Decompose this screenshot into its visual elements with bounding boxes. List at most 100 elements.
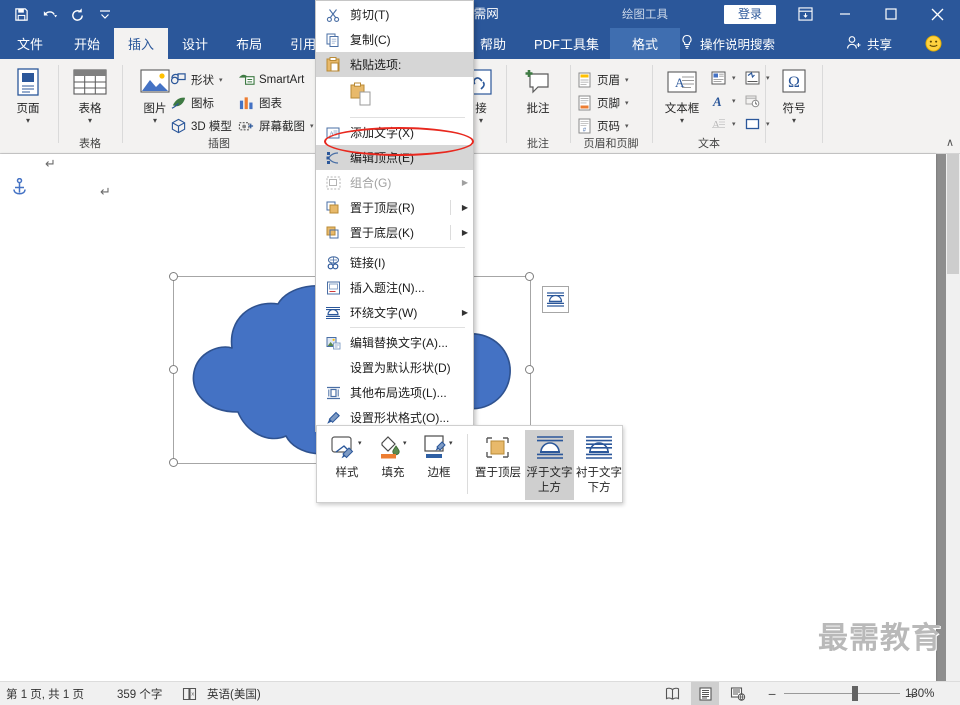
footer-button[interactable]: 页脚 ▾ xyxy=(576,92,629,113)
3d-model-button[interactable]: 3D 模型 xyxy=(170,115,232,136)
shapes-button[interactable]: 形状 ▾ xyxy=(170,69,223,90)
object-anchor-icon xyxy=(12,177,27,198)
language-indicator[interactable]: 英语(美国) xyxy=(207,682,261,705)
zoom-out-button[interactable]: − xyxy=(768,686,776,702)
mini-in-front-of-text-button[interactable]: 浮于文字上方 xyxy=(525,430,574,500)
chevron-down-icon[interactable]: ▾ xyxy=(625,99,629,107)
hyperlink-icon xyxy=(316,255,350,270)
tab-pdf-tools[interactable]: PDF工具集 xyxy=(522,28,611,59)
resize-handle-e[interactable] xyxy=(525,365,534,374)
scrollbar-thumb[interactable] xyxy=(947,154,959,274)
menu-item-set-default-shape[interactable]: 设置为默认形状(D) xyxy=(316,355,473,380)
menu-item-hyperlink[interactable]: 链接(I) xyxy=(316,250,473,275)
drop-cap-button[interactable]: A ▾ xyxy=(710,113,736,134)
zoom-level[interactable]: 130% xyxy=(905,682,934,705)
paragraph-mark: ↵ xyxy=(100,185,111,200)
vertical-scrollbar[interactable] xyxy=(946,154,960,681)
chevron-right-icon[interactable]: ▶ xyxy=(457,203,473,212)
chevron-right-icon[interactable]: ▶ xyxy=(457,308,473,317)
menu-item-label: 链接(I) xyxy=(350,256,386,270)
tell-me-search[interactable]: 操作说明搜索 xyxy=(680,28,775,59)
chevron-down-icon[interactable]: ▾ xyxy=(655,117,709,125)
menu-item-send-to-back[interactable]: 置于底层(K) ▶ xyxy=(316,220,473,245)
sign-in-button[interactable]: 登录 xyxy=(723,4,776,24)
zoom-slider[interactable]: − + xyxy=(768,682,916,705)
layout-options-button[interactable] xyxy=(542,286,569,313)
chevron-down-icon[interactable]: ▾ xyxy=(732,74,736,82)
tab-help[interactable]: 帮助 xyxy=(468,28,518,59)
menu-item-insert-caption[interactable]: 插入题注(N)... xyxy=(316,275,473,300)
minimize-icon[interactable] xyxy=(822,0,868,28)
close-icon[interactable] xyxy=(914,0,960,28)
menu-item-edit-points[interactable]: 编辑顶点(E) xyxy=(316,145,473,170)
menu-item-cut[interactable]: 剪切(T) xyxy=(316,2,473,27)
wordart-button[interactable]: A ▾ xyxy=(710,90,736,111)
chevron-down-icon[interactable]: ▾ xyxy=(771,117,817,125)
mini-outline-button[interactable]: ▾ 边框 xyxy=(417,430,461,480)
chevron-down-icon[interactable]: ▾ xyxy=(625,122,629,130)
menu-item-more-layout-options[interactable]: 其他布局选项(L)... xyxy=(316,380,473,405)
zoom-thumb[interactable] xyxy=(852,686,859,701)
shape-outline-icon: ▾ xyxy=(417,430,461,466)
web-layout-icon[interactable] xyxy=(724,682,752,705)
word-count[interactable]: 359 个字 xyxy=(117,682,162,705)
page-number-button[interactable]: # 页码 ▾ xyxy=(576,115,629,136)
mini-fill-button[interactable]: ▾ 填充 xyxy=(371,430,415,480)
menu-item-copy[interactable]: 复制(C) xyxy=(316,27,473,52)
menu-item-add-text[interactable]: A 添加文字(X) xyxy=(316,120,473,145)
collapse-ribbon-button[interactable]: ∧ xyxy=(946,136,954,149)
resize-handle-w[interactable] xyxy=(169,365,178,374)
title-bar: 最需网 登录 xyxy=(0,0,960,28)
symbol-button[interactable]: Ω 符号 ▾ xyxy=(771,64,817,125)
text-box-button[interactable]: A 文本框 ▾ xyxy=(655,64,709,125)
print-layout-icon[interactable] xyxy=(691,682,719,705)
chevron-down-icon[interactable]: ▾ xyxy=(310,122,314,130)
mini-style-button[interactable]: ▾ 样式 xyxy=(325,430,369,480)
resize-handle-nw[interactable] xyxy=(169,272,178,281)
table-button[interactable]: 表格 ▾ xyxy=(67,64,113,125)
tab-insert[interactable]: 插入 xyxy=(114,28,169,59)
chevron-right-icon[interactable]: ▶ xyxy=(457,228,473,237)
submenu-separator xyxy=(450,200,451,215)
footer-icon xyxy=(576,94,593,111)
page-info[interactable]: 第 1 页, 共 1 页 xyxy=(6,682,84,705)
menu-item-bring-to-front[interactable]: 置于顶层(R) ▶ xyxy=(316,195,473,220)
zoom-track[interactable] xyxy=(784,686,901,701)
resize-handle-sw[interactable] xyxy=(169,458,178,467)
ribbon-group-comments: 批注 批注 xyxy=(508,59,568,153)
screenshot-button[interactable]: 屏幕截图 ▾ xyxy=(238,115,314,136)
chevron-down-icon[interactable]: ▾ xyxy=(625,76,629,84)
read-mode-icon[interactable] xyxy=(658,682,686,705)
group-separator xyxy=(122,65,123,143)
chart-button[interactable]: 图表 xyxy=(238,92,282,113)
chevron-down-icon[interactable]: ▾ xyxy=(5,117,51,125)
smartart-button[interactable]: SmartArt xyxy=(238,69,304,90)
ribbon-display-options-icon[interactable] xyxy=(788,0,822,28)
group-label-illustrations: 插图 xyxy=(208,138,230,150)
maximize-icon[interactable] xyxy=(868,0,914,28)
tab-file[interactable]: 文件 xyxy=(0,28,60,59)
share-button[interactable]: 共享 xyxy=(846,28,892,59)
tab-format[interactable]: 格式 xyxy=(610,28,680,59)
tab-home[interactable]: 开始 xyxy=(60,28,114,59)
chevron-down-icon[interactable]: ▾ xyxy=(67,117,113,125)
new-comment-button[interactable]: 批注 xyxy=(515,64,561,116)
tab-design[interactable]: 设计 xyxy=(168,28,222,59)
icons-button[interactable]: 图标 xyxy=(170,92,214,113)
menu-item-edit-alt-text[interactable]: 编辑替换文字(A)... xyxy=(316,330,473,355)
ribbon-group-table: 表格 ▾ 表格 xyxy=(60,59,120,153)
header-button[interactable]: 页眉 ▾ xyxy=(576,69,629,90)
mini-behind-text-button[interactable]: 衬于文字下方 xyxy=(576,430,622,500)
cover-page-button[interactable]: 页面 ▾ xyxy=(5,64,51,125)
feedback-smiley-icon[interactable] xyxy=(925,28,942,59)
mini-bring-to-front-button[interactable]: 置于顶层 xyxy=(473,430,523,480)
tab-layout[interactable]: 布局 xyxy=(222,28,276,59)
menu-item-wrap-text[interactable]: 环绕文字(W) ▶ xyxy=(316,300,473,325)
resize-handle-ne[interactable] xyxy=(525,272,534,281)
proofing-errors-icon[interactable]: x xyxy=(182,682,197,705)
chevron-down-icon[interactable]: ▾ xyxy=(219,76,223,84)
paste-keep-formatting-icon[interactable] xyxy=(350,82,374,111)
chevron-down-icon[interactable]: ▾ xyxy=(732,97,736,105)
date-time-button[interactable] xyxy=(744,90,761,111)
quick-parts-button[interactable]: ▾ xyxy=(710,67,736,88)
